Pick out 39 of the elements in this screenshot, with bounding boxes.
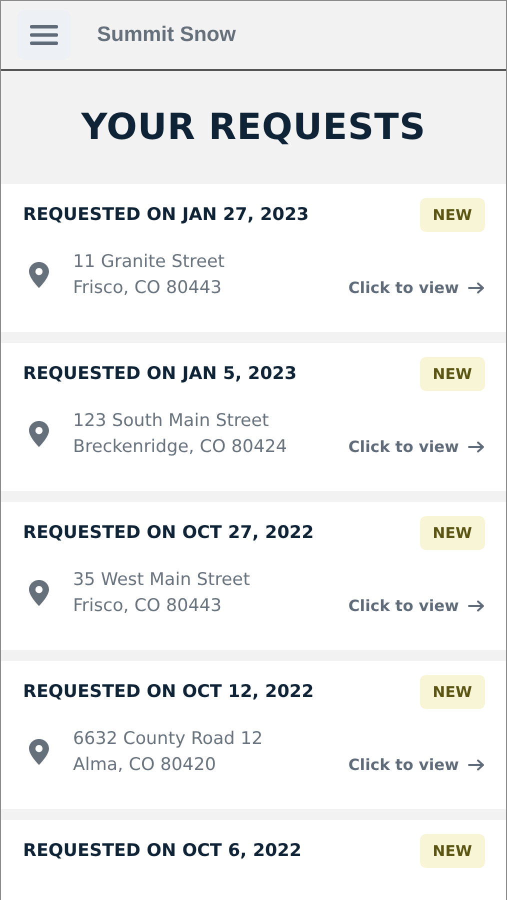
request-card[interactable]: REQUESTED ON OCT 27, 2022 NEW 35 West Main Street Frisco, CO 80443 Click to view xyxy=(1,502,506,650)
menu-button[interactable] xyxy=(17,10,71,60)
request-date: REQUESTED ON OCT 27, 2022 xyxy=(23,523,314,543)
location-pin-icon xyxy=(29,421,49,447)
location-pin-icon xyxy=(29,739,49,765)
address-line: Frisco, CO 80443 xyxy=(73,277,223,300)
address-line: Alma, CO 80420 xyxy=(73,754,217,777)
request-card[interactable]: REQUESTED ON OCT 12, 2022 NEW 6632 County Road 12 Alma, CO 80420 Click to view xyxy=(1,661,506,809)
request-date: REQUESTED ON OCT 12, 2022 xyxy=(23,682,314,702)
request-date: REQUESTED ON JAN 5, 2023 xyxy=(23,364,297,384)
page-title: YOUR REQUESTS xyxy=(81,107,426,148)
status-badge: NEW xyxy=(420,198,485,232)
location-pin-icon xyxy=(29,262,49,288)
address-line: Frisco, CO 80443 xyxy=(73,595,223,618)
request-date: REQUESTED ON OCT 6, 2022 xyxy=(23,841,302,861)
app-title: Summit Snow xyxy=(97,23,236,47)
status-badge: NEW xyxy=(420,516,485,550)
address-line: 11 Granite Street xyxy=(73,251,226,274)
location-pin-icon xyxy=(29,580,49,606)
menu-icon xyxy=(30,24,58,46)
status-badge: NEW xyxy=(420,357,485,391)
request-card[interactable]: REQUESTED ON JAN 5, 2023 NEW 123 South Main Street Breckenridge, CO 80424 Click to view xyxy=(1,343,506,491)
address-line: 6632 County Road 12 xyxy=(73,728,264,751)
request-card[interactable]: REQUESTED ON OCT 6, 2022 NEW xyxy=(1,820,506,900)
arrow-right-icon xyxy=(468,600,485,612)
request-card[interactable]: REQUESTED ON JAN 27, 2023 NEW 11 Granite Street Frisco, CO 80443 Click to view xyxy=(1,184,506,332)
address-line: 123 South Main Street xyxy=(73,410,270,433)
arrow-right-icon xyxy=(468,282,485,294)
arrow-right-icon xyxy=(468,759,485,771)
view-link[interactable]: Click to view xyxy=(348,756,485,774)
status-badge: NEW xyxy=(420,834,485,868)
address-line: Breckenridge, CO 80424 xyxy=(73,436,288,459)
view-link[interactable]: Click to view xyxy=(348,438,485,456)
view-link[interactable]: Click to view xyxy=(348,279,485,297)
arrow-right-icon xyxy=(468,441,485,453)
address-line: 35 West Main Street xyxy=(73,569,251,592)
view-link[interactable]: Click to view xyxy=(348,597,485,615)
status-badge: NEW xyxy=(420,675,485,709)
request-date: REQUESTED ON JAN 27, 2023 xyxy=(23,205,309,225)
